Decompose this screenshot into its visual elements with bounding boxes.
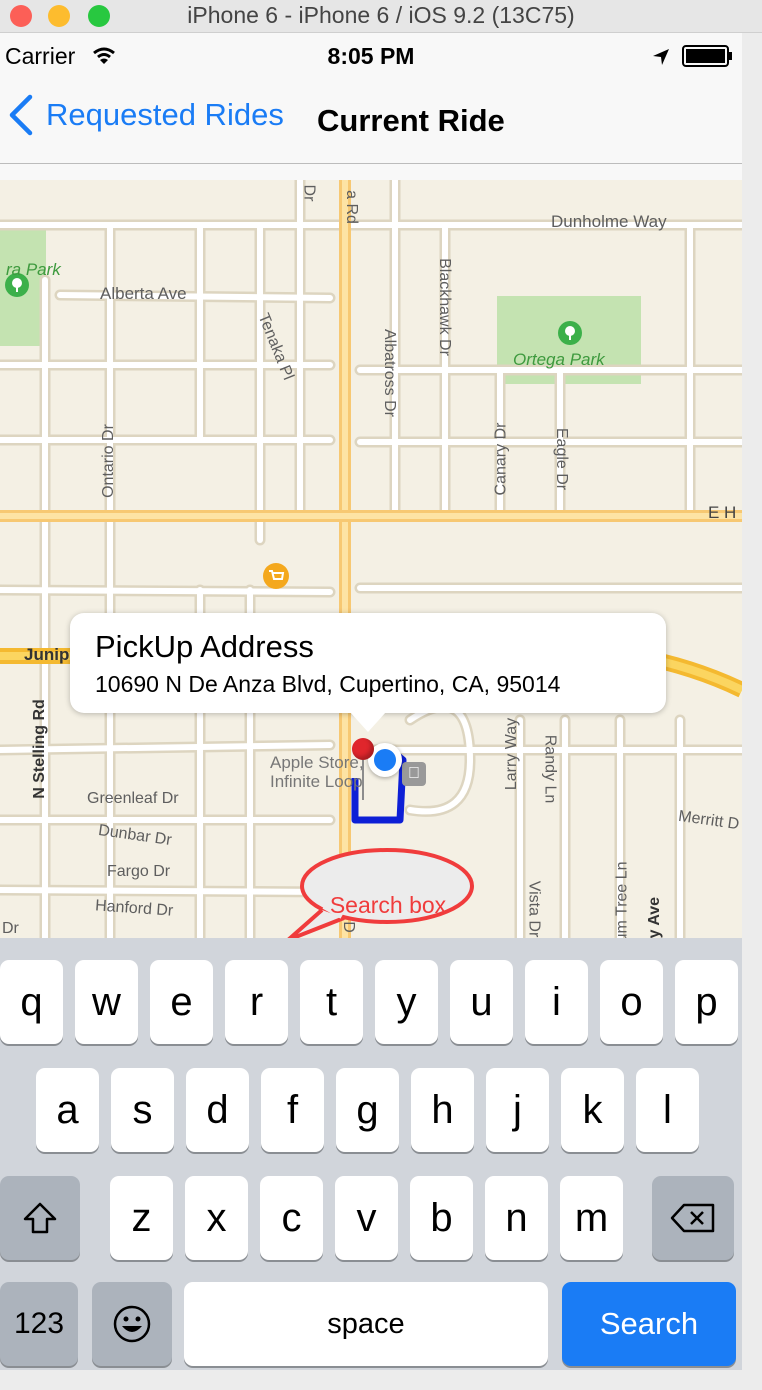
- key-w[interactable]: w: [75, 960, 138, 1044]
- street-label: Fargo Dr: [107, 863, 171, 880]
- key-n[interactable]: n: [485, 1176, 548, 1260]
- numbers-key[interactable]: 123: [0, 1282, 78, 1366]
- street-label: N Stelling Rd: [30, 699, 48, 799]
- pickup-pin-icon[interactable]: [352, 738, 374, 800]
- street-label: Eagle Dr: [553, 427, 571, 491]
- key-x[interactable]: x: [185, 1176, 248, 1260]
- street-label: Dunholme Way: [551, 212, 667, 231]
- shift-key[interactable]: [0, 1176, 80, 1260]
- key-j[interactable]: j: [486, 1068, 549, 1152]
- street-label: Vista Dr: [525, 880, 543, 938]
- window-titlebar: iPhone 6 - iPhone 6 / iOS 9.2 (13C75): [0, 0, 762, 33]
- emoji-key[interactable]: [92, 1282, 172, 1366]
- page-title: Current Ride: [317, 103, 505, 138]
- key-l[interactable]: l: [636, 1068, 699, 1152]
- street-label: a Rd: [342, 190, 360, 224]
- status-bar: Carrier 8:05 PM: [0, 33, 742, 79]
- street-label: Blackhawk Dr: [435, 258, 453, 356]
- key-q[interactable]: q: [0, 960, 63, 1044]
- street-label: Albatross Dr: [381, 328, 399, 418]
- key-k[interactable]: k: [561, 1068, 624, 1152]
- shopping-cart-icon: [263, 563, 289, 589]
- street-label: Dr: [300, 184, 318, 202]
- park-label: ra Park: [6, 260, 61, 279]
- street-label: Larry Way: [503, 717, 521, 791]
- apple-store-icon: : [402, 762, 426, 786]
- delete-backspace-icon: [670, 1203, 715, 1233]
- back-button-label: Requested Rides: [46, 97, 284, 132]
- key-y[interactable]: y: [375, 960, 438, 1044]
- street-label: E H: [708, 503, 737, 522]
- key-b[interactable]: b: [410, 1176, 473, 1260]
- key-o[interactable]: o: [600, 960, 663, 1044]
- key-d[interactable]: d: [186, 1068, 249, 1152]
- key-h[interactable]: h: [411, 1068, 474, 1152]
- callout-address: 10690 N De Anza Blvd, Cupertino, CA, 950…: [95, 671, 561, 697]
- key-f[interactable]: f: [261, 1068, 324, 1152]
- key-r[interactable]: r: [225, 960, 288, 1044]
- key-t[interactable]: t: [300, 960, 363, 1044]
- location-arrow-icon: [653, 49, 669, 65]
- callout-title: PickUp Address: [95, 629, 314, 664]
- search-key[interactable]: Search: [562, 1282, 736, 1366]
- callout-pointer: [350, 712, 386, 732]
- device-screen: Carrier 8:05 PM Requested Rides Current …: [0, 33, 742, 1370]
- park-label: Ortega Park: [513, 350, 605, 369]
- key-p[interactable]: p: [675, 960, 738, 1044]
- key-z[interactable]: z: [110, 1176, 173, 1260]
- navigation-bar: Requested Rides Current Ride: [0, 79, 742, 164]
- annotation-text: Search box: [329, 892, 447, 918]
- keyboard: q w e r t y u i o p a s d f g h j k l z x c v b n m 123 space Search: [0, 938, 742, 1370]
- back-button[interactable]: Requested Rides: [6, 94, 284, 136]
- key-c[interactable]: c: [260, 1176, 323, 1260]
- key-m[interactable]: m: [560, 1176, 623, 1260]
- street-label: Plum Tree Ln: [613, 861, 631, 938]
- status-time: 8:05 PM: [327, 43, 415, 69]
- shift-icon: [23, 1202, 57, 1234]
- key-v[interactable]: v: [335, 1176, 398, 1260]
- window-edge: [742, 33, 762, 1390]
- street-label: ney Ave: [646, 896, 664, 938]
- key-e[interactable]: e: [150, 960, 213, 1044]
- key-s[interactable]: s: [111, 1068, 174, 1152]
- street-label: Alberta Ave: [100, 284, 187, 303]
- street-label: Ontario Dr: [99, 424, 117, 498]
- space-key[interactable]: space: [184, 1282, 548, 1366]
- delete-key[interactable]: [652, 1176, 734, 1260]
- chevron-left-icon: [9, 94, 33, 136]
- key-u[interactable]: u: [450, 960, 513, 1044]
- pickup-callout[interactable]: PickUp Address 10690 N De Anza Blvd, Cup…: [70, 613, 666, 713]
- street-label: Randy Ln: [541, 734, 559, 804]
- battery-icon: [682, 45, 732, 67]
- map-view[interactable]: Dr a Rd Dunholme Way Blackhawk Dr Albert…: [0, 180, 742, 938]
- park-tree-icon: [558, 321, 582, 345]
- key-a[interactable]: a: [36, 1068, 99, 1152]
- street-label: Greenleaf Dr: [87, 790, 179, 807]
- emoji-icon: [113, 1305, 151, 1343]
- street-label: Dr: [2, 920, 19, 937]
- key-g[interactable]: g: [336, 1068, 399, 1152]
- key-i[interactable]: i: [525, 960, 588, 1044]
- street-label: Canary Dr: [492, 422, 510, 496]
- window-title: iPhone 6 - iPhone 6 / iOS 9.2 (13C75): [187, 2, 575, 28]
